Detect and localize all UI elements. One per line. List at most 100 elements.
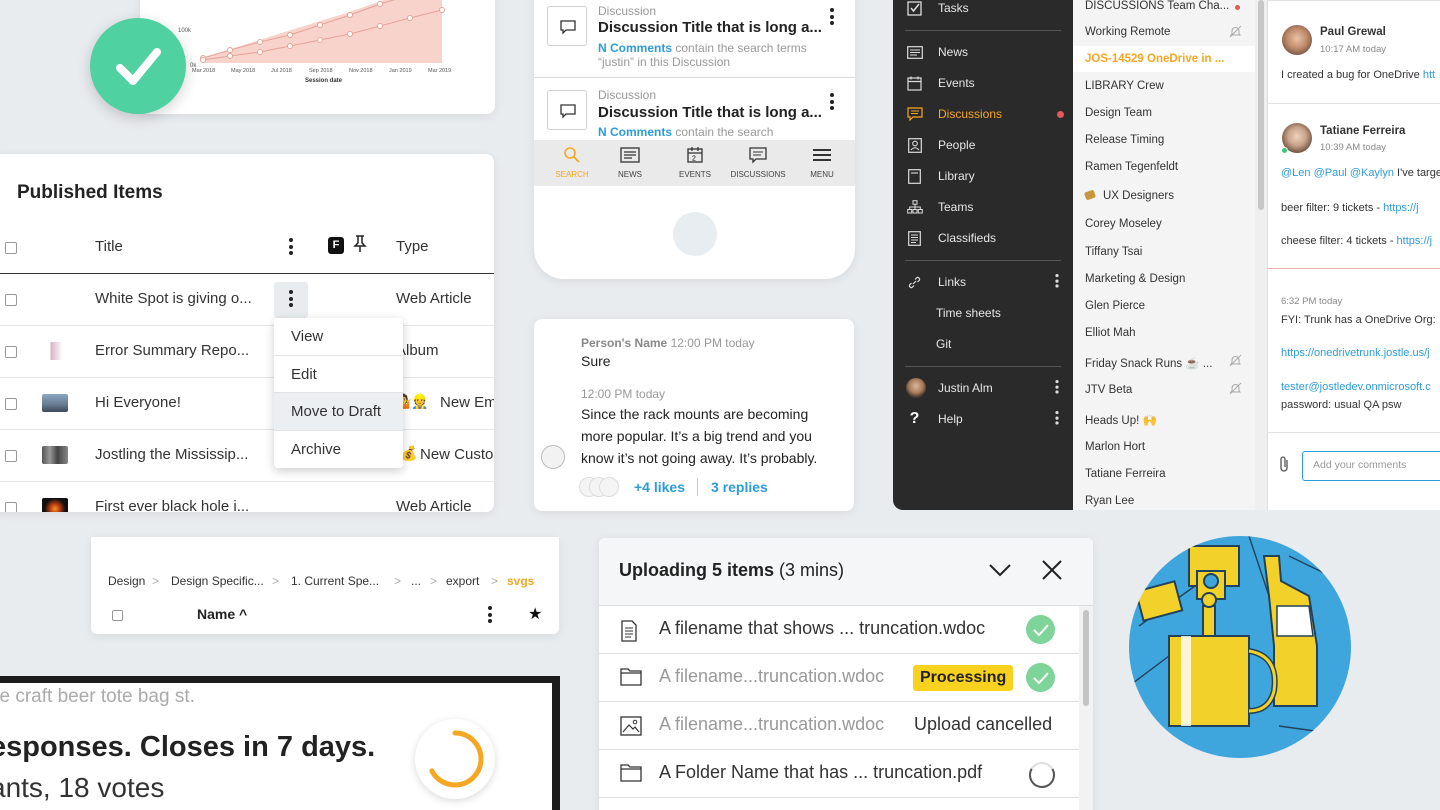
breadcrumb-item[interactable]: 1. Current Spe... bbox=[291, 574, 379, 588]
comment-input[interactable]: Add your comments bbox=[1302, 451, 1440, 481]
scrollbar[interactable] bbox=[1079, 606, 1093, 810]
list-item[interactable]: A filename that shows ... truncation.wdo… bbox=[599, 606, 1079, 654]
home-button[interactable] bbox=[673, 212, 717, 256]
table-row[interactable]: Error Summary Repo... Album bbox=[0, 326, 494, 378]
sidebar-item-tasks[interactable]: Tasks bbox=[906, 0, 969, 18]
list-item[interactable]: Ramen Tegenfeldt bbox=[1085, 161, 1178, 173]
sidebar-item-library[interactable]: Library bbox=[906, 166, 975, 186]
tab-events[interactable]: 2 EVENTS bbox=[663, 140, 727, 186]
item-title[interactable]: Jostling the Mississip... bbox=[95, 446, 248, 463]
list-item[interactable]: Release Timing bbox=[1085, 134, 1164, 146]
avatar[interactable] bbox=[541, 445, 565, 469]
sidebar-item-people[interactable]: People bbox=[906, 135, 975, 155]
breadcrumb-item[interactable]: ... bbox=[411, 574, 421, 588]
list-item[interactable]: UX Designers bbox=[1103, 190, 1174, 202]
item-title[interactable]: Hi Everyone! bbox=[95, 394, 181, 411]
sidebar-item-news[interactable]: News bbox=[906, 42, 968, 62]
sidebar-item-classifieds[interactable]: Classifieds bbox=[906, 228, 996, 248]
list-item[interactable]: Heads Up! 🙌 bbox=[1085, 413, 1157, 427]
column-type[interactable]: Type bbox=[396, 238, 429, 255]
list-item-active[interactable]: JOS-14529 OneDrive in ... bbox=[1085, 53, 1224, 65]
chevron-down-icon[interactable] bbox=[989, 562, 1011, 583]
replies-link[interactable]: 3 replies bbox=[711, 479, 768, 495]
list-item[interactable]: Design Team bbox=[1085, 107, 1152, 119]
row-checkbox[interactable] bbox=[5, 398, 17, 410]
star-icon[interactable]: ★ bbox=[528, 604, 542, 624]
item-title[interactable]: White Spot is giving o... bbox=[95, 290, 252, 307]
menu-item-move-to-draft[interactable]: Move to Draft bbox=[274, 393, 403, 431]
column-name[interactable]: Name ^ bbox=[197, 606, 247, 622]
sidebar-item-teams[interactable]: Teams bbox=[906, 197, 973, 217]
item-options-icon[interactable] bbox=[830, 8, 834, 28]
scrollbar-thumb[interactable] bbox=[1258, 0, 1264, 210]
list-item[interactable]: Ryan Lee bbox=[1085, 495, 1134, 507]
list-item[interactable]: Marlon Hort bbox=[1085, 441, 1145, 453]
sidebar-item-time-sheets[interactable]: Time sheets bbox=[936, 303, 1001, 323]
list-item[interactable]: DISCUSSIONS Team Cha... bbox=[1085, 0, 1229, 12]
select-all-checkbox[interactable] bbox=[112, 610, 123, 621]
comment-link[interactable]: https://onedrivetrunk.jostle.us/j bbox=[1281, 347, 1430, 359]
item-title[interactable]: Error Summary Repo... bbox=[95, 342, 249, 359]
list-item[interactable]: LIBRARY Crew bbox=[1085, 80, 1164, 92]
table-row[interactable]: Hi Everyone! 🤷👷 New Em bbox=[0, 378, 494, 430]
list-item[interactable]: Glen Pierce bbox=[1085, 300, 1145, 312]
row-options-button[interactable] bbox=[274, 282, 308, 318]
row-checkbox[interactable] bbox=[5, 502, 17, 512]
attachment-icon[interactable] bbox=[1278, 455, 1290, 478]
list-item[interactable]: Tiffany Tsai bbox=[1085, 246, 1142, 258]
likes-link[interactable]: +4 likes bbox=[634, 479, 685, 495]
scrollbar[interactable] bbox=[1255, 0, 1267, 510]
table-row[interactable]: White Spot is giving o... Web Article bbox=[0, 274, 494, 326]
item-options-icon[interactable] bbox=[830, 93, 834, 113]
column-options-icon[interactable] bbox=[488, 606, 492, 626]
row-checkbox[interactable] bbox=[5, 346, 17, 358]
list-item[interactable]: Marketing & Design bbox=[1085, 273, 1185, 285]
select-all-checkbox[interactable] bbox=[5, 242, 17, 254]
row-checkbox[interactable] bbox=[5, 450, 17, 462]
scrollbar-thumb[interactable] bbox=[1083, 610, 1089, 706]
list-item[interactable]: Corey Moseley bbox=[1085, 218, 1162, 230]
tab-menu[interactable]: MENU bbox=[790, 140, 854, 186]
comment-author[interactable]: Tatiane Ferreira bbox=[1320, 125, 1405, 137]
list-item[interactable]: Tatiane Ferreira bbox=[1085, 468, 1166, 480]
tab-news[interactable]: NEWS bbox=[598, 140, 662, 186]
item-title[interactable]: Discussion Title that is long a... bbox=[598, 104, 822, 121]
breadcrumb-item[interactable]: Design Specific... bbox=[171, 574, 264, 588]
pin-icon[interactable] bbox=[353, 235, 367, 258]
menu-item-view[interactable]: View bbox=[274, 318, 403, 356]
menu-item-archive[interactable]: Archive bbox=[274, 431, 403, 469]
breadcrumb-item[interactable]: export bbox=[446, 574, 479, 588]
breadcrumb-item[interactable]: Design bbox=[108, 574, 145, 588]
item-title[interactable]: First ever black hole i... bbox=[95, 498, 249, 512]
avatar[interactable] bbox=[1282, 25, 1312, 55]
close-icon[interactable] bbox=[1042, 560, 1062, 585]
list-item[interactable]: Discussion Discussion Title that is long… bbox=[534, 0, 855, 78]
list-item[interactable]: A filename...truncation.wdoc Processing bbox=[599, 654, 1079, 702]
list-item[interactable] bbox=[599, 798, 1079, 810]
sidebar-item-git[interactable]: Git bbox=[936, 334, 951, 354]
list-item[interactable]: JTV Beta bbox=[1085, 384, 1132, 396]
column-options-icon[interactable] bbox=[289, 238, 293, 258]
row-checkbox[interactable] bbox=[5, 294, 17, 306]
list-item[interactable]: Friday Snack Runs ☕ ... bbox=[1085, 356, 1212, 370]
list-item[interactable]: Elliot Mah bbox=[1085, 327, 1136, 339]
column-title[interactable]: Title bbox=[95, 238, 123, 255]
sidebar-item-discussions[interactable]: Discussions bbox=[906, 104, 1064, 124]
comment-author[interactable]: Paul Grewal bbox=[1320, 26, 1386, 38]
featured-icon[interactable]: F bbox=[328, 237, 344, 254]
list-item[interactable]: Working Remote bbox=[1085, 26, 1170, 38]
list-item[interactable]: A Folder Name that has ... truncation.pd… bbox=[599, 750, 1079, 798]
sidebar-item-help[interactable]: ? Help bbox=[906, 409, 1064, 429]
likers-avatars[interactable] bbox=[579, 477, 629, 497]
comment-email[interactable]: tester@jostledev.onmicrosoft.c bbox=[1281, 381, 1431, 393]
list-item[interactable]: A filename...truncation.wdoc Upload canc… bbox=[599, 702, 1079, 750]
list-item[interactable]: Discussion Discussion Title that is long… bbox=[534, 78, 855, 140]
item-title[interactable]: Discussion Title that is long a... bbox=[598, 19, 822, 36]
sidebar-item-links[interactable]: Links bbox=[906, 272, 1064, 292]
table-row[interactable]: First ever black hole i... Web Article bbox=[0, 482, 494, 512]
sidebar-item-profile[interactable]: Justin Alm bbox=[906, 378, 1064, 398]
menu-item-edit[interactable]: Edit bbox=[274, 356, 403, 393]
tab-search[interactable]: SEARCH bbox=[540, 140, 604, 186]
sidebar-item-events[interactable]: Events bbox=[906, 73, 975, 93]
tab-discussions[interactable]: DISCUSSIONS bbox=[726, 140, 790, 186]
